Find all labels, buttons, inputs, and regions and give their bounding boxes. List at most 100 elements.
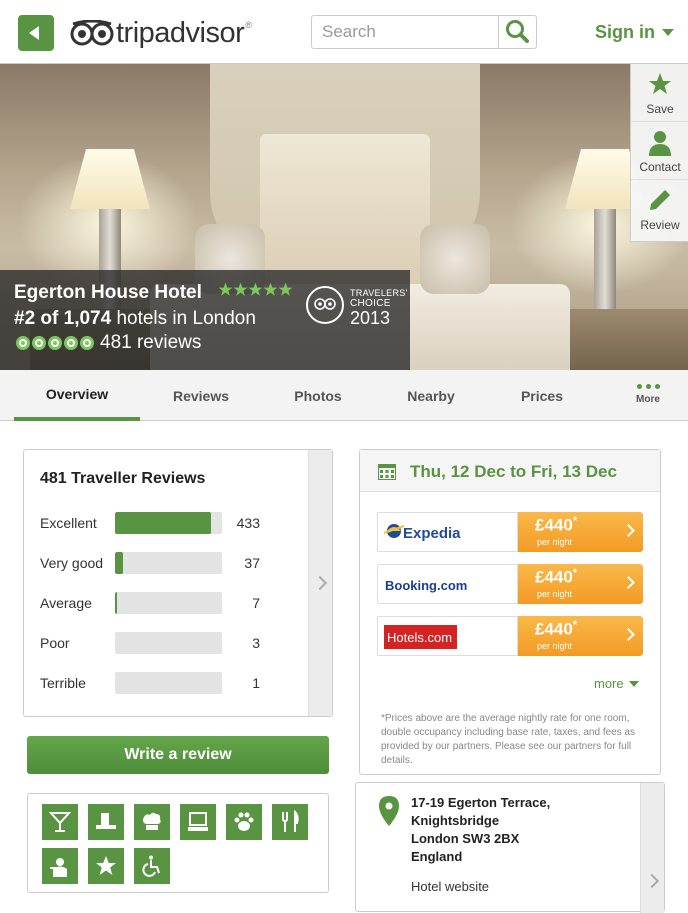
rating-bar xyxy=(115,512,222,534)
review-button[interactable]: Review xyxy=(631,180,688,238)
provider-hotels[interactable]: Hotels.com £440* per night xyxy=(377,616,643,656)
date-range: Thu, 12 Dec to Fri, 13 Dec xyxy=(410,462,617,481)
tab-overview[interactable]: Overview xyxy=(14,370,140,421)
address-line: 17-19 Egerton Terrace, xyxy=(411,795,551,810)
star-icon xyxy=(233,282,248,296)
price-amount: £440* xyxy=(535,515,578,535)
rating-row[interactable]: Very good 37 xyxy=(40,552,280,576)
prices-card: Thu, 12 Dec to Fri, 13 Dec Expedia £440*… xyxy=(359,449,661,775)
rating-bar-fill xyxy=(115,512,212,534)
star-icon xyxy=(218,282,233,296)
price-button[interactable]: £440* per night xyxy=(518,616,643,656)
rating-count: 433 xyxy=(236,515,260,531)
tab-photos[interactable]: Photos xyxy=(268,370,368,421)
price-per-night: per night xyxy=(537,589,573,599)
date-selector[interactable]: Thu, 12 Dec to Fri, 13 Dec xyxy=(360,450,660,492)
rating-bar xyxy=(115,552,222,574)
star-icon xyxy=(278,282,293,296)
search-icon xyxy=(506,20,529,43)
amenities-panel xyxy=(27,793,329,893)
search-input[interactable] xyxy=(312,16,500,48)
chevron-right-icon[interactable] xyxy=(308,450,332,716)
address-line: London SW3 2BX xyxy=(411,831,520,846)
registered-mark: ® xyxy=(245,20,252,30)
rating-bubble xyxy=(16,336,30,350)
price-button[interactable]: £440* per night xyxy=(518,564,643,604)
rating-row[interactable]: Average 7 xyxy=(40,592,280,616)
provider-name: Expedia xyxy=(403,525,461,542)
tab-more[interactable]: More xyxy=(622,384,674,405)
address-line: England xyxy=(411,849,463,864)
reviews-title: 481 Traveller Reviews xyxy=(40,470,206,487)
restaurant-icon xyxy=(272,804,308,840)
rating-row[interactable]: Terrible 1 xyxy=(40,672,280,696)
rating-row[interactable]: Poor 3 xyxy=(40,632,280,656)
provider-expedia[interactable]: Expedia £440* per night xyxy=(377,512,643,552)
price-disclaimer: *Prices above are the average nightly ra… xyxy=(381,713,636,766)
tripadvisor-logo[interactable]: tripadvisor ® xyxy=(70,16,252,50)
brand-name: tripadvisor xyxy=(116,16,245,49)
hotel-summary: Egerton House Hotel #2 of 1,074 hotels i… xyxy=(0,270,410,370)
hotel-name: Egerton House Hotel xyxy=(14,282,202,303)
bubble-rating xyxy=(16,336,96,350)
rating-bar-fill xyxy=(115,592,117,614)
address-card[interactable]: 17-19 Egerton Terrace, Knightsbridge Lon… xyxy=(355,782,665,913)
save-label: Save xyxy=(646,102,674,116)
rating-label: Terrible xyxy=(40,675,86,691)
hotel-website-link[interactable]: Hotel website xyxy=(411,879,489,894)
provider-booking[interactable]: Booking.com £440* per night xyxy=(377,564,643,604)
top-bar: tripadvisor ® Sign in xyxy=(0,0,688,64)
wheelchair-icon xyxy=(134,848,170,884)
rating-label: Very good xyxy=(40,555,104,571)
rating-bar xyxy=(115,592,222,614)
review-count-link[interactable]: 481 reviews xyxy=(100,332,201,354)
computer-icon xyxy=(180,804,216,840)
chevron-down-icon xyxy=(662,29,674,36)
more-prices-link[interactable]: more xyxy=(594,676,639,691)
rating-bubble xyxy=(32,336,46,350)
hotels-logo: Hotels.com xyxy=(377,616,518,656)
price-amount: £440* xyxy=(535,567,578,587)
contact-button[interactable]: Contact xyxy=(631,122,688,180)
sign-in-label: Sign in xyxy=(595,22,655,42)
tab-nearby[interactable]: Nearby xyxy=(381,370,481,421)
star-icon xyxy=(263,282,278,296)
rating-count: 1 xyxy=(252,675,260,691)
photo-lampbase-right xyxy=(594,209,616,309)
rank-number: #2 of 1,074 xyxy=(14,308,112,329)
rating-bubble xyxy=(48,336,62,350)
concierge-desk-icon xyxy=(88,804,124,840)
rating-row[interactable]: Excellent 433 xyxy=(40,512,280,536)
hotel-rank: #2 of 1,074 hotels in London xyxy=(14,308,256,330)
rating-label: Poor xyxy=(40,635,70,651)
rating-bar xyxy=(115,672,222,694)
tab-reviews[interactable]: Reviews xyxy=(150,370,252,421)
provider-name: Hotels.com xyxy=(387,630,452,645)
reviews-summary-card[interactable]: 481 Traveller Reviews Excellent 433 Very g… xyxy=(23,449,333,717)
rating-count: 7 xyxy=(252,595,260,611)
back-button[interactable] xyxy=(18,15,54,51)
star-icon xyxy=(248,282,263,296)
price-button[interactable]: £440* per night xyxy=(518,512,643,552)
chevron-right-icon xyxy=(622,576,635,589)
tab-prices[interactable]: Prices xyxy=(492,370,592,421)
sign-in-menu[interactable]: Sign in xyxy=(595,22,674,43)
rating-bar-fill xyxy=(115,552,123,574)
write-review-button[interactable]: Write a review xyxy=(27,736,329,774)
expedia-logo: Expedia xyxy=(377,512,518,552)
save-button[interactable]: Save xyxy=(631,64,688,122)
side-action-bar: Save Contact Review xyxy=(630,64,688,242)
owl-eyes-icon xyxy=(314,298,336,310)
chevron-right-icon[interactable] xyxy=(640,783,664,913)
rating-bubble xyxy=(80,336,94,350)
chef-hat-icon xyxy=(134,804,170,840)
price-per-night: per night xyxy=(537,641,573,651)
search-button[interactable] xyxy=(498,16,536,48)
tab-bar: Overview Reviews Photos Nearby Prices Mo… xyxy=(0,370,688,421)
booking-logo: Booking.com xyxy=(377,564,518,604)
hotel-photo[interactable]: Save Contact Review Egerton House Hotel … xyxy=(0,64,688,370)
price-amount: £440* xyxy=(535,619,578,639)
rating-bubble xyxy=(64,336,78,350)
chevron-right-icon xyxy=(622,524,635,537)
star-icon xyxy=(649,73,671,94)
